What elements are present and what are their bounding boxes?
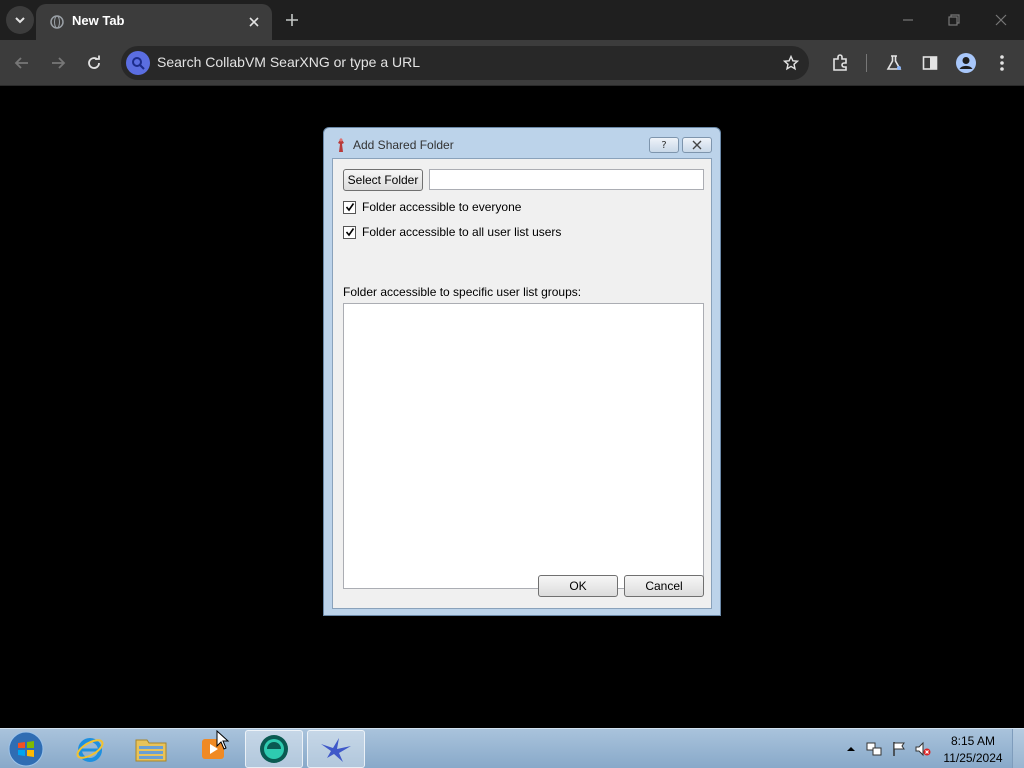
cancel-button[interactable]: Cancel [624,575,704,597]
puzzle-icon [833,54,847,71]
window-close-button[interactable] [987,6,1015,34]
star-icon [783,55,799,71]
chevron-up-icon [847,747,855,751]
restore-button[interactable] [940,6,968,34]
search-icon [132,57,145,70]
show-desktop-button[interactable] [1012,729,1024,768]
arrow-right-icon [52,57,66,69]
all-users-checkbox-row[interactable]: Folder accessible to all user list users [343,224,561,240]
search-engine-icon [126,51,150,75]
start-button[interactable] [7,731,45,767]
taskbar-browser[interactable] [245,730,303,768]
groups-label: Folder accessible to specific user list … [343,285,582,299]
folder-path-field[interactable] [429,169,704,190]
windows-logo-icon [8,731,44,767]
forward-button[interactable] [44,49,72,77]
close-icon [995,14,1007,26]
dialog-body: Select Folder Folder accessible to every… [332,158,712,609]
toolbar-divider [866,54,867,72]
taskbar-media-player[interactable] [184,730,242,768]
flag-icon [893,742,905,756]
volume-muted-icon[interactable] [915,741,931,757]
dialog-title: Add Shared Folder [353,138,454,152]
ok-button[interactable]: OK [538,575,618,597]
tab-close-button[interactable] [244,12,264,32]
restore-icon [948,14,960,26]
folder-icon [135,739,167,762]
tab-search-button[interactable] [6,6,34,34]
close-icon [692,140,702,150]
help-button[interactable]: ? [649,137,679,153]
bird-icon [321,738,351,762]
network-icon[interactable] [866,741,882,757]
side-panel-icon [922,56,938,70]
address-bar[interactable]: Search CollabVM SearXNG or type a URL [121,46,809,80]
checkmark-icon [345,228,354,237]
clock-time[interactable]: 8:15 AM [944,734,1002,748]
browser-icon [260,735,288,763]
help-icon: ? [661,139,667,151]
app-icon [338,138,344,152]
internet-explorer-icon [76,738,104,762]
side-panel-button[interactable] [918,51,942,75]
bookmark-button[interactable] [781,53,801,73]
flask-icon [886,55,902,70]
arrow-left-icon [14,57,28,69]
all-users-checkbox-label: Folder accessible to all user list users [362,225,562,239]
user-groups-list[interactable] [343,303,704,589]
tab-title: New Tab [72,13,125,28]
close-icon [249,17,259,27]
mouse-cursor-icon [216,730,230,750]
back-button[interactable] [8,49,36,77]
more-vert-icon [1000,55,1004,71]
chevron-down-icon [15,17,25,24]
taskbar: 8:15 AM 11/25/2024 [0,728,1024,768]
browser-tabstrip: New Tab [0,0,1024,40]
checkmark-icon [345,203,354,212]
plus-icon [286,14,298,26]
new-tab-button[interactable] [281,9,303,31]
everyone-checkbox[interactable] [343,200,356,214]
show-hidden-icons-button[interactable] [843,741,859,757]
speaker-muted-icon [915,741,931,757]
reload-button[interactable] [80,49,108,77]
desktop-screen: New Tab Search CollabVM SearXNG or type … [0,0,1024,768]
extensions-button[interactable] [828,51,852,75]
menu-button[interactable] [990,51,1014,75]
taskbar-windows-explorer[interactable] [122,730,180,768]
add-shared-folder-dialog: Add Shared Folder ? Select Folder Folder… [323,127,721,616]
action-center-icon[interactable] [891,741,907,757]
tab-new-tab[interactable]: New Tab [36,4,272,40]
minimize-button[interactable] [894,6,922,34]
clock-date[interactable]: 11/25/2024 [940,751,1006,765]
all-users-checkbox[interactable] [343,225,356,239]
select-folder-button[interactable]: Select Folder [343,169,423,191]
browser-toolbar: Search CollabVM SearXNG or type a URL [0,40,1024,86]
network-icon [866,742,882,756]
minimize-icon [903,19,913,21]
profile-button[interactable] [954,51,978,75]
avatar-icon [956,53,976,73]
reload-icon [88,55,100,69]
taskbar-bird-app[interactable] [307,730,365,768]
labs-button[interactable] [882,51,906,75]
dialog-close-button[interactable] [682,137,712,153]
taskbar-internet-explorer[interactable] [61,730,119,768]
address-placeholder: Search CollabVM SearXNG or type a URL [157,54,420,70]
globe-icon [50,15,64,29]
everyone-checkbox-label: Folder accessible to everyone [362,200,522,214]
everyone-checkbox-row[interactable]: Folder accessible to everyone [343,199,521,215]
